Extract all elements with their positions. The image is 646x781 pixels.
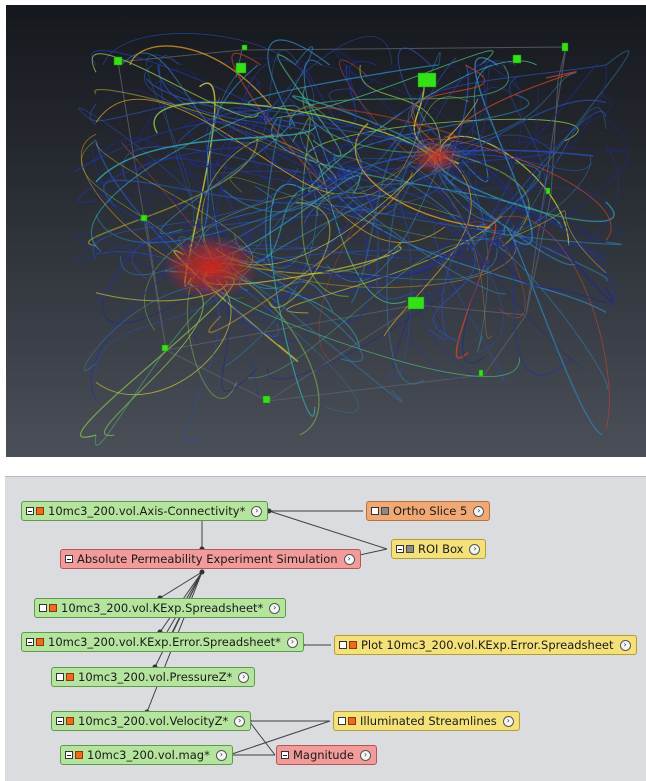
node-ortho-slice[interactable]: Ortho Slice 5 › bbox=[366, 501, 491, 521]
visibility-toggle-icon[interactable] bbox=[339, 641, 347, 649]
node-label: ROI Box bbox=[418, 542, 464, 556]
visibility-toggle-icon[interactable] bbox=[56, 673, 64, 681]
streamline bbox=[247, 242, 470, 379]
data-color-icon bbox=[66, 717, 74, 725]
visibility-toggle-icon[interactable] bbox=[26, 507, 34, 515]
connection-wires bbox=[144, 508, 388, 758]
data-color-icon bbox=[66, 673, 74, 681]
high-velocity-region-2 bbox=[410, 139, 462, 175]
chevron-right-icon[interactable]: › bbox=[502, 715, 514, 727]
streamline-render bbox=[70, 33, 630, 446]
node-label: 10mc3_200.vol.KExp.Error.Spreadsheet* bbox=[48, 635, 281, 649]
streamline bbox=[423, 225, 472, 332]
node-label: 10mc3_200.vol.mag* bbox=[87, 748, 210, 762]
chevron-right-icon[interactable]: › bbox=[343, 553, 355, 565]
chevron-right-icon[interactable]: › bbox=[238, 671, 250, 683]
node-plot-spreadsheet[interactable]: Plot 10mc3_200.vol.KExp.Error.Spreadshee… bbox=[334, 635, 637, 655]
node-label: 10mc3_200.vol.Axis-Connectivity* bbox=[48, 504, 246, 518]
high-velocity-region bbox=[163, 235, 259, 299]
visibility-toggle-icon[interactable] bbox=[26, 638, 34, 646]
node-label: 10mc3_200.vol.VelocityZ* bbox=[78, 714, 229, 728]
node-mag[interactable]: 10mc3_200.vol.mag* › bbox=[60, 745, 233, 765]
data-color-icon bbox=[348, 717, 356, 725]
streamline bbox=[267, 240, 498, 380]
chevron-right-icon[interactable]: › bbox=[359, 749, 371, 761]
visibility-toggle-icon[interactable] bbox=[371, 507, 379, 515]
node-label: 10mc3_200.vol.KExp.Spreadsheet* bbox=[61, 601, 264, 615]
chevron-right-icon[interactable]: › bbox=[234, 715, 246, 727]
visibility-toggle-icon[interactable] bbox=[39, 604, 47, 612]
chevron-right-icon[interactable]: › bbox=[286, 636, 298, 648]
data-color-icon bbox=[381, 507, 389, 515]
chevron-right-icon[interactable]: › bbox=[469, 543, 481, 555]
visibility-toggle-icon[interactable] bbox=[65, 751, 73, 759]
streamline bbox=[267, 36, 393, 116]
node-label: 10mc3_200.vol.PressureZ* bbox=[78, 670, 233, 684]
collapse-toggle-icon[interactable] bbox=[281, 751, 289, 759]
data-color-icon bbox=[36, 507, 44, 515]
node-pressurez[interactable]: 10mc3_200.vol.PressureZ* › bbox=[51, 667, 256, 687]
data-color-icon bbox=[406, 545, 414, 553]
chevron-right-icon[interactable]: › bbox=[619, 639, 631, 651]
node-kexp-spreadsheet[interactable]: 10mc3_200.vol.KExp.Spreadsheet* › bbox=[34, 598, 287, 618]
data-color-icon bbox=[36, 638, 44, 646]
collapse-toggle-icon[interactable] bbox=[65, 555, 73, 563]
streamline bbox=[247, 64, 439, 107]
node-magnitude[interactable]: Magnitude › bbox=[276, 745, 377, 765]
node-axis-connectivity[interactable]: 10mc3_200.vol.Axis-Connectivity* › bbox=[21, 501, 269, 521]
node-absolute-permeability[interactable]: Absolute Permeability Experiment Simulat… bbox=[60, 549, 361, 569]
visibility-toggle-icon[interactable] bbox=[56, 717, 64, 725]
visibility-toggle-icon[interactable] bbox=[338, 717, 346, 725]
chevron-right-icon[interactable]: › bbox=[251, 505, 263, 517]
visibility-toggle-icon[interactable] bbox=[396, 545, 404, 553]
project-pool[interactable]: 10mc3_200.vol.Axis-Connectivity* › Absolu… bbox=[5, 476, 646, 781]
data-color-icon bbox=[349, 641, 357, 649]
node-label: Illuminated Streamlines bbox=[360, 714, 497, 728]
node-illuminated-streamlines[interactable]: Illuminated Streamlines › bbox=[333, 711, 520, 731]
chevron-right-icon[interactable]: › bbox=[269, 602, 281, 614]
node-label: Ortho Slice 5 bbox=[393, 504, 468, 518]
data-color-icon bbox=[75, 751, 83, 759]
node-label: Magnitude bbox=[293, 748, 354, 762]
node-velocityz[interactable]: 10mc3_200.vol.VelocityZ* › bbox=[51, 711, 252, 731]
node-roi-box[interactable]: ROI Box › bbox=[391, 539, 487, 559]
streamline bbox=[102, 33, 315, 109]
chevron-right-icon[interactable]: › bbox=[473, 505, 485, 517]
3d-viewer[interactable] bbox=[6, 5, 646, 457]
chevron-right-icon[interactable]: › bbox=[215, 749, 227, 761]
node-label: Plot 10mc3_200.vol.KExp.Error.Spreadshee… bbox=[361, 638, 614, 652]
streamline bbox=[104, 283, 204, 436]
node-kexp-error-spreadsheet[interactable]: 10mc3_200.vol.KExp.Error.Spreadsheet* › bbox=[21, 632, 304, 652]
data-color-icon bbox=[49, 604, 57, 612]
node-label: Absolute Permeability Experiment Simulat… bbox=[77, 552, 338, 566]
